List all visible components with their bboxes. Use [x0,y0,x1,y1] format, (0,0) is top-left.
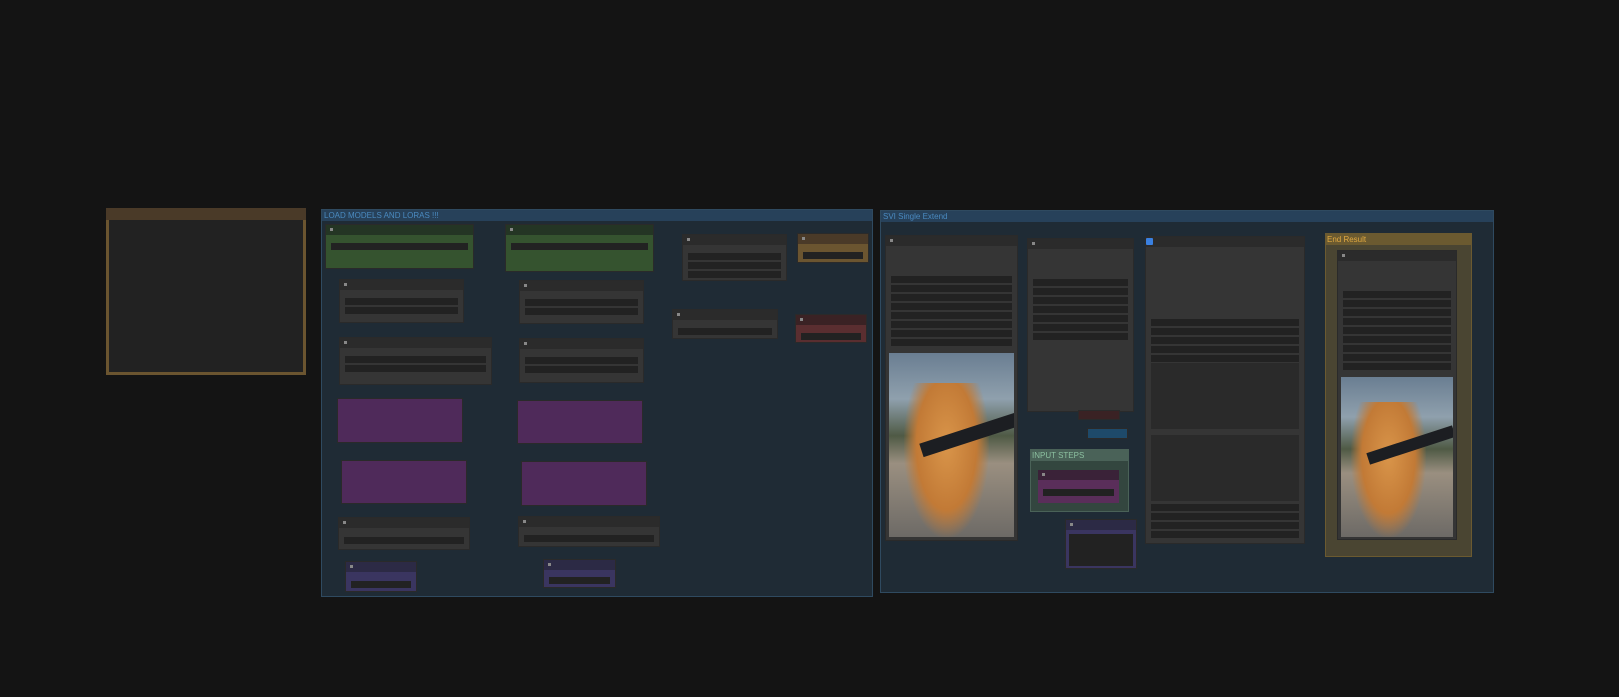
lora-node[interactable] [517,400,643,444]
group-title: SVI Single Extend [881,211,1493,222]
group-title: INPUT STEPS [1031,450,1128,461]
node[interactable] [1078,410,1120,420]
group-title: LOAD MODELS AND LORAS !!! [322,210,872,221]
model-loader-node[interactable] [505,224,654,272]
node[interactable] [795,314,867,343]
node[interactable] [339,337,492,385]
primitive-node[interactable] [1038,470,1119,503]
cat-image [889,353,1014,537]
node[interactable] [519,338,644,383]
group-title: End Result [1326,234,1471,245]
result-cat-image [1341,377,1453,537]
lora-node[interactable] [521,461,647,506]
node[interactable] [797,233,869,263]
blue-status-dot [1146,238,1153,245]
lora-node[interactable] [341,460,467,504]
node[interactable] [518,516,660,547]
group-input-steps[interactable]: INPUT STEPS [1030,449,1129,512]
note-header [106,208,306,220]
node[interactable] [682,234,787,281]
group-end-result[interactable]: End Result [1325,233,1472,557]
load-image-node[interactable] [885,235,1018,541]
node[interactable] [338,517,470,550]
lora-node[interactable] [337,398,463,443]
model-loader-node[interactable] [325,224,474,269]
node[interactable] [1087,428,1128,439]
node[interactable] [1065,519,1137,569]
node[interactable] [519,280,644,324]
note-group[interactable] [106,208,306,375]
node[interactable] [1027,238,1134,412]
node[interactable] [543,559,616,588]
sampler-node[interactable] [1145,236,1305,544]
node[interactable] [339,279,464,323]
video-combine-node[interactable] [1337,250,1457,540]
node[interactable] [345,561,417,592]
node[interactable] [672,309,778,339]
